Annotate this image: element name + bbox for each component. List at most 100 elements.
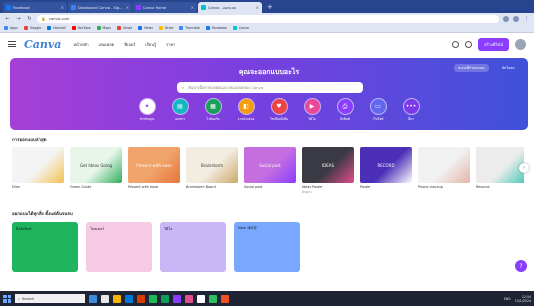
bookmark-label: Facebook xyxy=(211,26,227,30)
nav-item[interactable]: เทมเพลต xyxy=(99,41,115,48)
back-icon[interactable]: ← xyxy=(4,15,11,22)
notifications-icon[interactable] xyxy=(465,40,473,48)
favicon-icon xyxy=(71,5,76,10)
category-item[interactable]: ▦ ไวท์บอร์ด xyxy=(200,99,226,122)
recent-design-card[interactable]: Brainstorm Brainstorm Board xyxy=(186,147,238,201)
nav-item[interactable]: หน้าหลัก xyxy=(73,41,88,48)
taskbar-app-icon[interactable] xyxy=(125,294,133,303)
browser-tab[interactable]: Dashboard Canva - Sign in × xyxy=(68,2,132,13)
bookmark-item[interactable]: Facebook xyxy=(205,26,227,30)
category-item[interactable]: ▭ เว็บไซต์ xyxy=(365,99,391,122)
design-subtitle: ตัวอย่าง xyxy=(302,190,312,194)
bookmark-item[interactable]: Canva xyxy=(232,26,249,30)
design-thumbnail: Present with ease xyxy=(128,147,180,183)
header-actions: สร้างดีไซน์ xyxy=(452,37,526,51)
clock[interactable]: 12:54 13/1/2024 xyxy=(515,295,531,303)
template-card[interactable]: วิดีโอ xyxy=(160,222,226,272)
category-label: งานนำเสนอ xyxy=(237,117,255,121)
recent-design-card[interactable]: Ellen xyxy=(12,147,64,201)
bookmark-item[interactable]: Hotmail xyxy=(47,26,66,30)
category-item[interactable]: ▶ วิดีโอ xyxy=(299,99,325,122)
windows-start-icon[interactable] xyxy=(3,294,11,303)
templates-row: สื่อสิ่งพิมพ์ โปสเตอร์ วิดีโอ New 새로운 xyxy=(12,222,300,272)
hamburger-menu-icon[interactable] xyxy=(8,41,16,47)
bookmark-label: Translate xyxy=(185,26,200,30)
recent-design-card[interactable]: IDEAS Ideas Poster ตัวอย่าง xyxy=(302,147,354,201)
bookmark-item[interactable]: Gmail xyxy=(116,26,132,30)
category-item[interactable]: ▤ เอกสาร xyxy=(167,99,193,122)
taskbar-app-icon[interactable] xyxy=(221,294,229,303)
taskbar-app-icon[interactable] xyxy=(197,294,205,303)
nav-item[interactable]: ฟีเจอร์ xyxy=(124,41,135,48)
url-text: canva.com xyxy=(48,16,70,21)
bookmark-icon xyxy=(47,26,52,30)
lock-icon: 🔒 xyxy=(41,16,46,21)
close-icon[interactable]: × xyxy=(61,5,64,10)
upload-button[interactable]: อัปโหลด xyxy=(498,64,519,72)
bookmark-icon xyxy=(158,26,163,30)
taskbar-app-icon[interactable] xyxy=(209,294,217,303)
profile-icon[interactable] xyxy=(513,15,519,22)
nav-item[interactable]: ราคา xyxy=(166,41,175,48)
bookmark-item[interactable]: Maps xyxy=(96,26,111,30)
template-label: โปสเตอร์ xyxy=(90,227,105,231)
url-field[interactable]: 🔒 canva.com xyxy=(37,14,499,23)
forward-icon[interactable]: → xyxy=(15,15,22,22)
browser-menu-icon[interactable]: ⋮ xyxy=(523,15,530,22)
taskbar-search-input[interactable]: ⌕ Search xyxy=(15,294,85,303)
hero-search-input[interactable]: ⌕ ค้นหาเนื้อหาของคุณและเทมเพลตของ Canva xyxy=(177,82,363,93)
browser-tab[interactable]: Canva Home × xyxy=(133,2,197,13)
taskbar-app-icon[interactable] xyxy=(101,294,109,303)
nav-item[interactable]: เรียนรู้ xyxy=(145,41,156,48)
recent-design-card[interactable]: RECORD Poster xyxy=(360,147,412,201)
recent-design-card[interactable]: Get Ideas Going Green Guide xyxy=(70,147,122,201)
avatar[interactable] xyxy=(515,38,526,50)
close-icon[interactable]: × xyxy=(126,5,129,10)
bookmark-item[interactable]: News xyxy=(138,26,153,30)
bookmark-item[interactable]: Apps xyxy=(4,26,18,30)
taskbar-app-icon[interactable] xyxy=(173,294,181,303)
help-icon[interactable]: ? xyxy=(515,260,527,272)
design-categories: ✦ สำหรับคุณ ▤ เอกสาร ▦ ไวท์บอร์ด ◧ งานนำเสนอ ♥ โซ… xyxy=(134,99,424,122)
category-item[interactable]: ••• อื่นๆ xyxy=(398,99,424,122)
recent-design-card[interactable]: Social post Social post xyxy=(244,147,296,201)
taskbar-app-icon[interactable] xyxy=(185,294,193,303)
new-tab-icon[interactable]: + xyxy=(263,3,277,11)
recent-design-card[interactable]: Phone mockup xyxy=(418,147,470,201)
bookmark-label: Canva xyxy=(238,26,249,30)
close-icon[interactable]: × xyxy=(191,5,194,10)
taskbar-app-icon[interactable] xyxy=(113,294,121,303)
scroll-right-icon[interactable]: › xyxy=(519,163,529,173)
taskbar-app-icon[interactable] xyxy=(137,294,145,303)
bookmark-item[interactable]: YouTube xyxy=(71,26,91,30)
category-item[interactable]: ◧ งานนำเสนอ xyxy=(233,99,259,122)
bookmark-item[interactable]: Translate xyxy=(179,26,200,30)
browser-tab[interactable]: Canva - ออกแบบ × xyxy=(198,2,262,13)
template-card[interactable]: โปสเตอร์ xyxy=(86,222,152,272)
category-icon: ◧ xyxy=(238,99,254,114)
taskbar-app-icon[interactable] xyxy=(161,294,169,303)
recent-design-card[interactable]: Present with ease Present with ease xyxy=(128,147,180,201)
extension-icon[interactable] xyxy=(503,15,509,22)
template-card[interactable]: สื่อสิ่งพิมพ์ xyxy=(12,222,78,272)
category-item[interactable]: ⎙ สิ่งพิมพ์ xyxy=(332,99,358,122)
bookmark-icon xyxy=(232,26,237,30)
canva-logo[interactable]: Canva xyxy=(24,38,61,51)
settings-icon[interactable] xyxy=(452,40,460,48)
close-icon[interactable]: × xyxy=(256,5,259,10)
custom-size-button[interactable]: ขนาดที่กำหนดเอง xyxy=(454,64,489,72)
taskbar-search-placeholder: Search xyxy=(22,296,35,301)
canva-header: Canva หน้าหลัก เทมเพลต ฟีเจอร์ เรียนรู้ ราคา… xyxy=(0,34,534,54)
category-item[interactable]: ✦ สำหรับคุณ xyxy=(134,99,160,122)
bookmark-item[interactable]: Drive xyxy=(158,26,173,30)
recent-design-card[interactable]: Resume xyxy=(476,147,524,201)
taskbar-app-icon[interactable] xyxy=(89,294,97,303)
tray-language[interactable]: ENG xyxy=(504,297,511,301)
template-card[interactable]: New 새로운 xyxy=(234,222,300,272)
category-item[interactable]: ♥ โซเชียลมีเดีย xyxy=(266,99,292,122)
reload-icon[interactable]: ↻ xyxy=(26,15,33,22)
browser-tab[interactable]: Facebook × xyxy=(3,2,67,13)
bookmark-item[interactable]: Google xyxy=(23,26,41,30)
taskbar-app-icon[interactable] xyxy=(149,294,157,303)
create-design-button[interactable]: สร้างดีไซน์ xyxy=(478,37,509,51)
